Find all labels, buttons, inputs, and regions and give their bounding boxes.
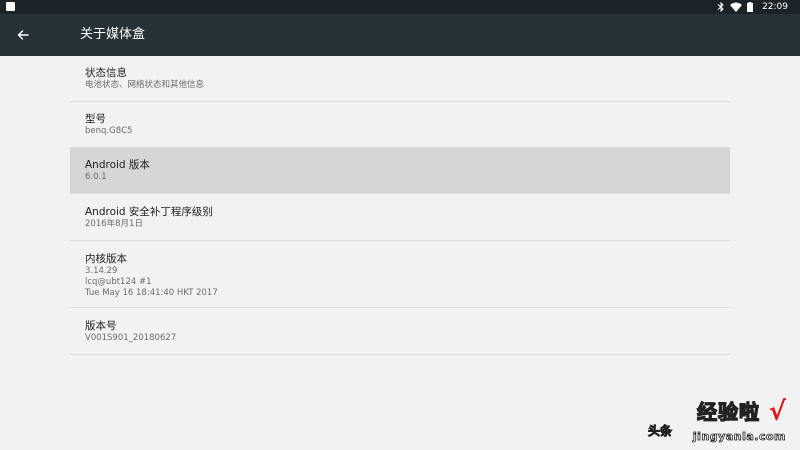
settings-list: 状态信息 电池状态、网络状态和其他信息 型号 benq.G8C5 Android… <box>70 56 730 355</box>
item-subtitle: 2016年8月1日 <box>85 219 143 229</box>
list-item-build-number[interactable]: 版本号 V001S901_20180627 <box>70 308 730 355</box>
battery-icon <box>747 2 754 12</box>
item-title: Android 安全补丁程序级别 <box>85 206 213 218</box>
list-item-android-version[interactable]: Android 版本 6.0.1 <box>70 148 730 194</box>
item-subtitle: 电池状态、网络状态和其他信息 <box>85 80 205 90</box>
item-subtitle: benq.G8C5 <box>85 126 133 136</box>
status-time: 22:09 <box>762 2 788 12</box>
item-subtitle: V001S901_20180627 <box>85 333 177 343</box>
watermark-side-text: 头条 <box>648 424 673 439</box>
item-subtitle: lcq@ubt124 #1 <box>85 277 152 287</box>
wifi-icon <box>730 2 743 12</box>
app-bar: 关于媒体盒 <box>0 14 800 56</box>
checkmark-icon: √ <box>768 397 786 427</box>
page-title: 关于媒体盒 <box>80 27 146 42</box>
status-icons: 22:09 <box>717 0 788 14</box>
item-subtitle: Tue May 16 18:41:40 HKT 2017 <box>85 288 218 298</box>
bluetooth-icon <box>717 2 724 12</box>
item-title: Android 版本 <box>85 159 150 171</box>
watermark-text: 经验啦 <box>696 399 760 424</box>
list-item-status-info[interactable]: 状态信息 电池状态、网络状态和其他信息 <box>70 56 730 102</box>
watermark-url: jingyanla.com <box>692 430 786 444</box>
item-subtitle: 3.14.29 <box>85 266 118 276</box>
notification-square-icon <box>6 2 15 11</box>
item-title: 状态信息 <box>85 67 127 79</box>
item-subtitle: 6.0.1 <box>85 172 107 182</box>
item-title: 版本号 <box>85 320 117 332</box>
list-item-model[interactable]: 型号 benq.G8C5 <box>70 102 730 148</box>
watermark: 头条 经验啦 √ jingyanla.com <box>642 397 792 444</box>
item-title: 内核版本 <box>85 253 127 265</box>
status-bar: 22:09 <box>0 0 800 14</box>
item-title: 型号 <box>85 113 106 125</box>
back-button[interactable] <box>8 20 38 50</box>
list-item-kernel-version[interactable]: 内核版本 3.14.29 lcq@ubt124 #1 Tue May 16 18… <box>70 241 730 308</box>
arrow-back-icon <box>17 30 29 40</box>
list-item-security-patch[interactable]: Android 安全补丁程序级别 2016年8月1日 <box>70 194 730 241</box>
